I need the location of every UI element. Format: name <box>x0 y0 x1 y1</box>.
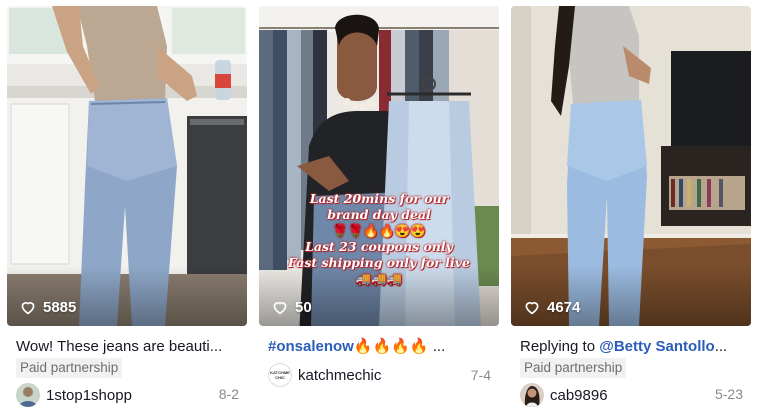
video-title[interactable]: Replying to @Betty Santollo... <box>520 337 748 357</box>
paid-partnership-badge: Paid partnership <box>16 358 123 378</box>
avatar[interactable]: KATCHME CHIC <box>268 363 292 387</box>
title-ellipsis: ... <box>209 338 223 355</box>
author-name: katchmechic <box>298 366 382 384</box>
like-count[interactable]: 5885 <box>19 298 76 316</box>
avatar[interactable] <box>16 383 40 407</box>
video-title[interactable]: Wow! These jeans are beauti... <box>16 337 244 357</box>
overlay-line: 🌹🌹🔥🔥😍😍 <box>332 223 426 238</box>
author-link[interactable]: KATCHME CHIC katchmechic <box>268 363 381 387</box>
post-date: 7-4 <box>470 367 491 383</box>
avatar-image <box>16 383 40 407</box>
video-title-text: Replying to <box>520 338 600 355</box>
video-card[interactable]: Last 20mins for our brand day deal 🌹🌹🔥🔥😍… <box>259 6 499 408</box>
video-title[interactable]: #onsalenow🔥🔥🔥🔥 ... <box>268 337 496 357</box>
like-count-value: 50 <box>295 298 312 316</box>
like-count-value: 4674 <box>547 298 581 316</box>
overlay-line: brand day deal <box>327 207 431 222</box>
video-card[interactable]: 5885 Wow! These jeans are beauti... Paid… <box>7 6 247 408</box>
author-link[interactable]: cab9896 <box>520 383 608 407</box>
svg-text:CHIC: CHIC <box>275 375 285 380</box>
title-emoji: 🔥🔥🔥🔥 <box>353 338 429 355</box>
author-name: 1stop1shopp <box>46 386 132 404</box>
author-link[interactable]: 1stop1shopp <box>16 383 132 407</box>
video-thumbnail[interactable]: 4674 <box>511 6 751 326</box>
video-thumbnail[interactable]: 5885 <box>7 6 247 326</box>
video-card[interactable]: 4674 Replying to @Betty Santollo... Paid… <box>511 6 751 408</box>
title-ellipsis: ... <box>714 338 728 355</box>
overlay-line: Last 23 coupons only <box>305 239 453 254</box>
heart-outline-icon <box>21 302 35 315</box>
author-name: cab9896 <box>550 386 608 404</box>
like-count[interactable]: 50 <box>271 298 312 316</box>
avatar-logo: KATCHME CHIC <box>268 363 292 387</box>
mention-link[interactable]: @Betty Santollo <box>599 338 714 355</box>
avatar-image <box>520 383 544 407</box>
post-date: 5-23 <box>714 386 743 402</box>
like-count[interactable]: 4674 <box>523 298 580 316</box>
title-ellipsis: ... <box>428 338 446 355</box>
like-count-value: 5885 <box>43 298 77 316</box>
heart-outline-icon <box>273 302 287 315</box>
heart-outline-icon <box>525 302 539 315</box>
post-date: 8-2 <box>218 386 239 402</box>
video-title-text: Wow! These jeans are beauti <box>16 338 210 355</box>
overlay-line: Last 20mins for our <box>309 191 449 206</box>
paid-partnership-badge: Paid partnership <box>520 358 627 378</box>
hashtag-link[interactable]: #onsalenow <box>268 338 354 355</box>
video-thumbnail[interactable]: Last 20mins for our brand day deal 🌹🌹🔥🔥😍… <box>259 6 499 326</box>
avatar[interactable] <box>520 383 544 407</box>
